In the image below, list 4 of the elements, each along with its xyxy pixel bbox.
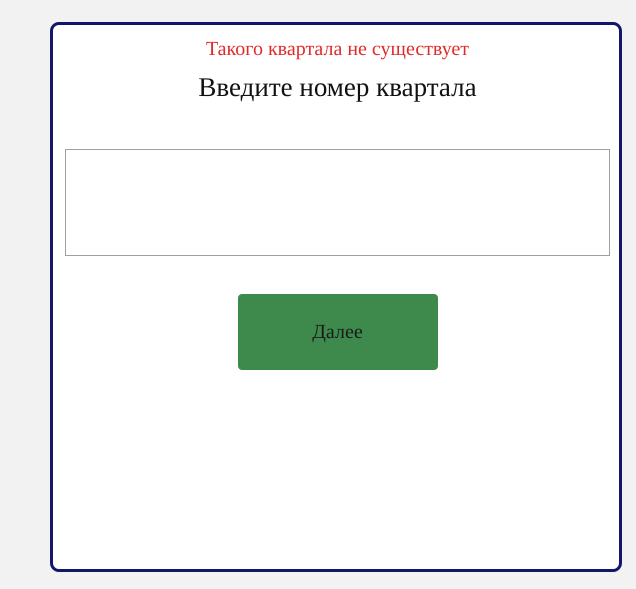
error-message: Такого квартала не существует (206, 37, 470, 62)
form-title: Введите номер квартала (198, 71, 477, 104)
next-button[interactable]: Далее (238, 294, 438, 370)
quarter-number-field[interactable] (65, 149, 610, 256)
